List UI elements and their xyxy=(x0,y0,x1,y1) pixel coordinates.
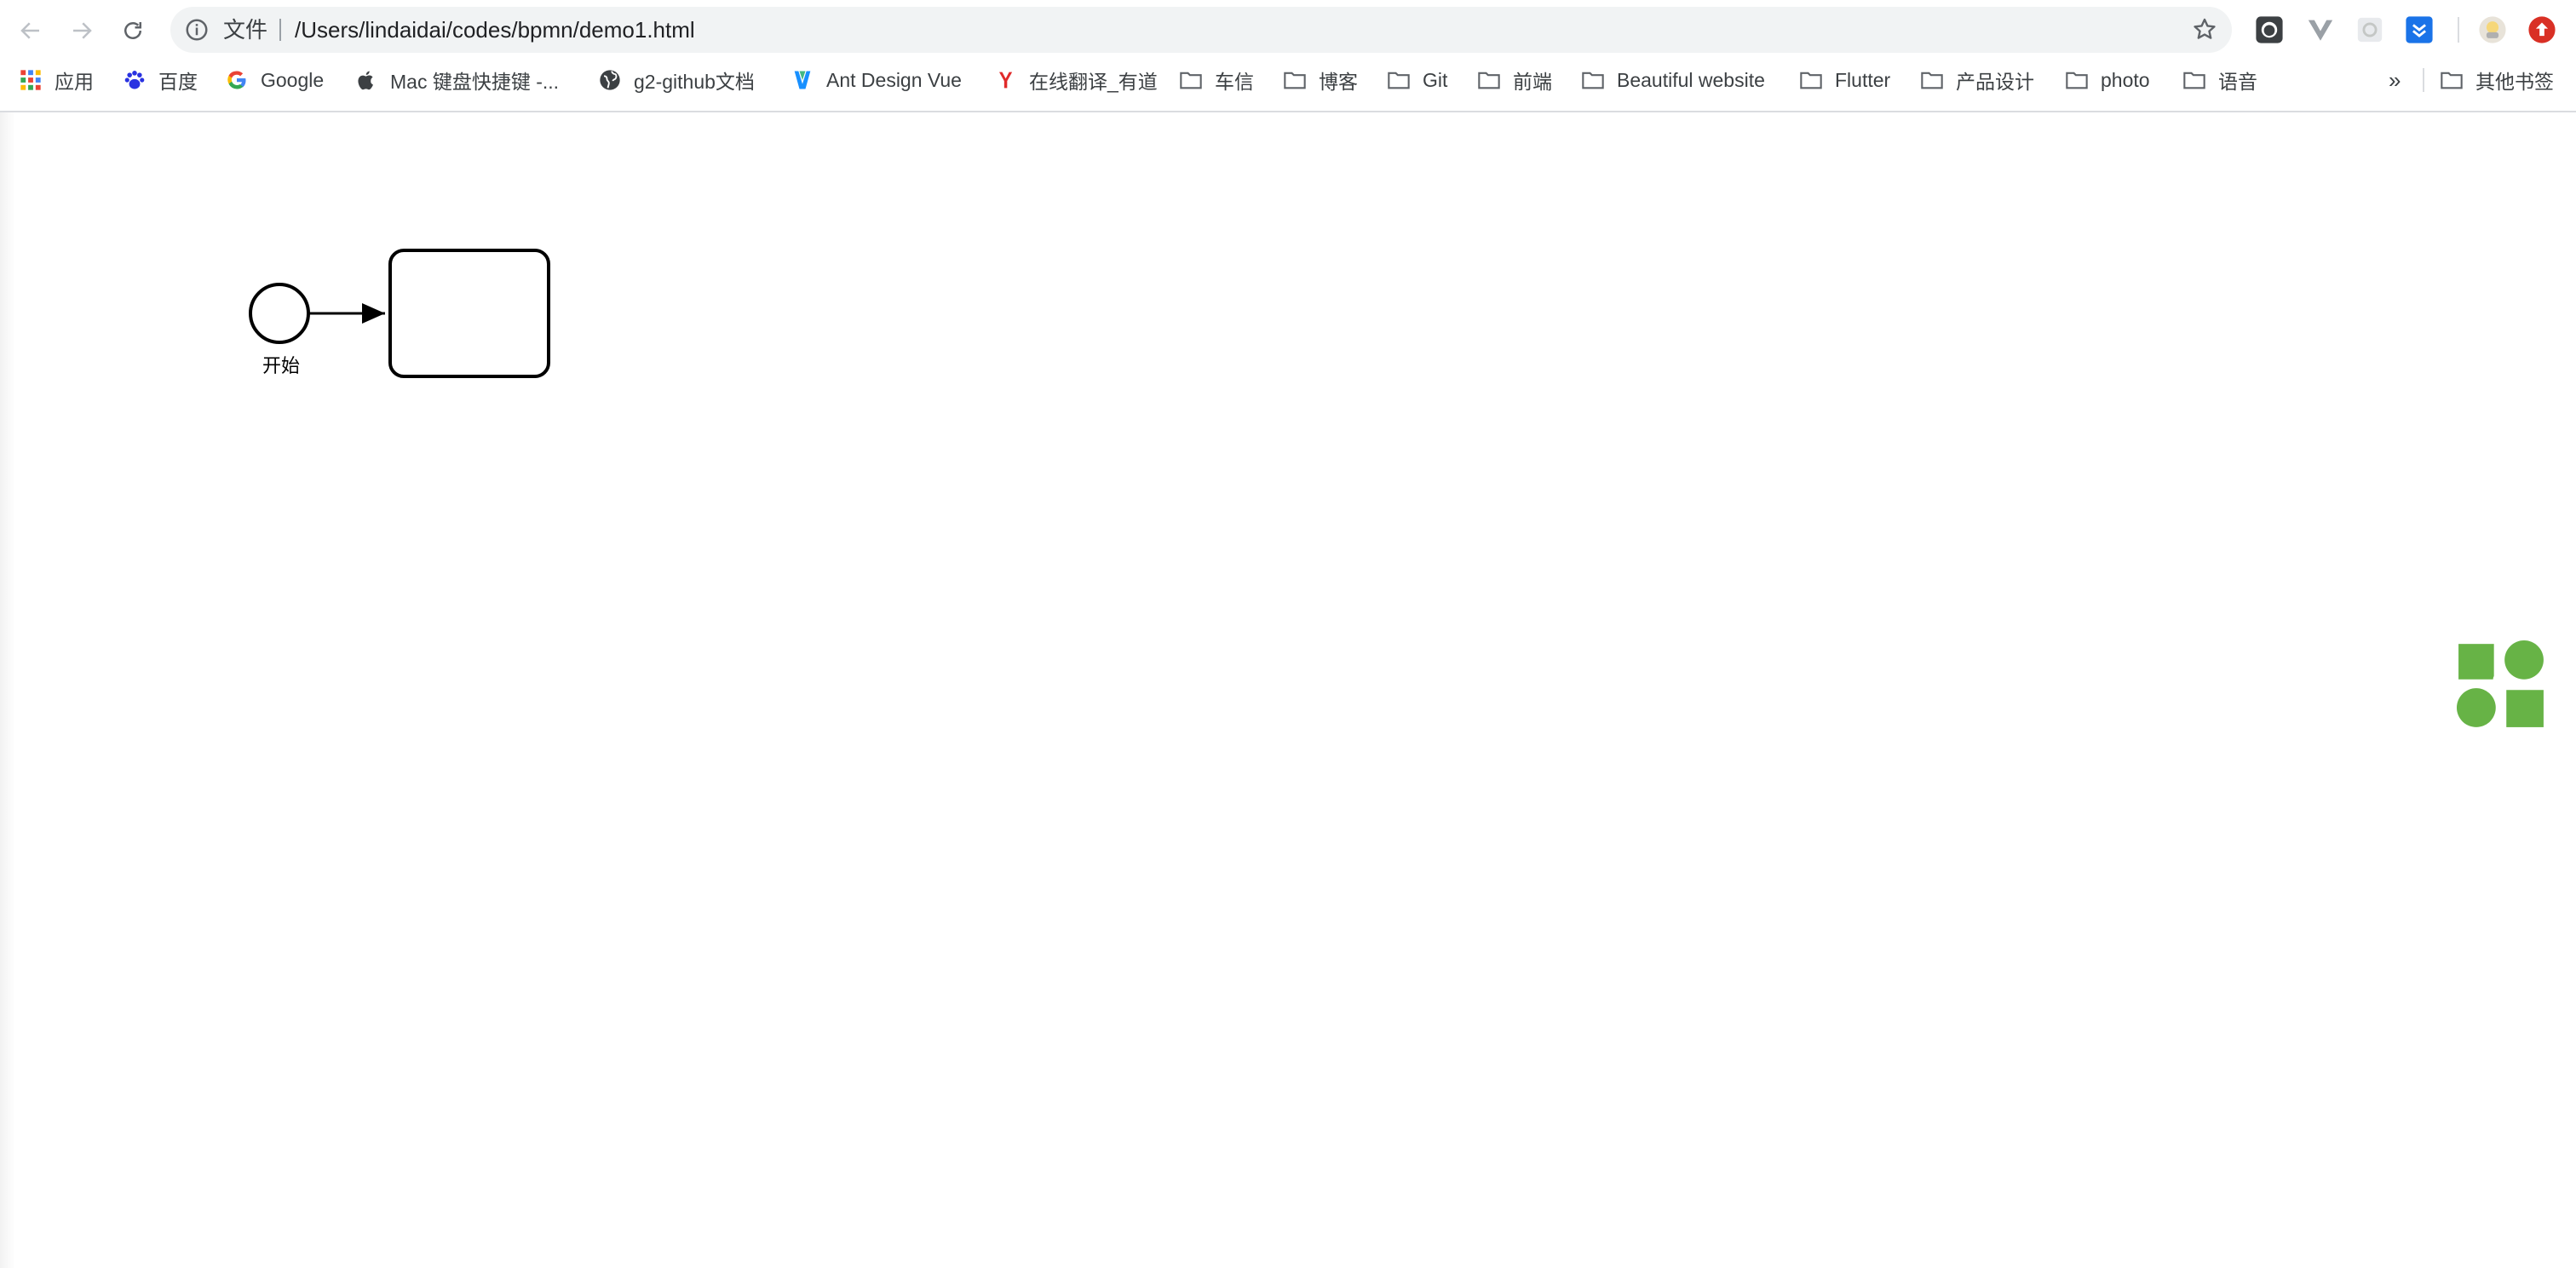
bookmarks-overflow-button[interactable]: » xyxy=(2389,61,2401,99)
scheme-label: 文件 xyxy=(223,17,268,43)
bookmark-folder-photo[interactable]: photo xyxy=(2065,61,2150,99)
bookmark-label: 其他书签 xyxy=(2475,71,2554,93)
bookmark-label: 前端 xyxy=(1513,71,1552,93)
bookmark-folder-flutter[interactable]: Flutter xyxy=(1799,61,1890,99)
bookmark-ant-design-vue[interactable]: Ant Design Vue xyxy=(791,61,962,99)
folder-icon xyxy=(1920,68,1944,92)
github-extension[interactable] xyxy=(2254,14,2285,45)
bookmark-folder-chexin[interactable]: 车信 xyxy=(1179,61,1254,99)
star-icon[interactable] xyxy=(2191,16,2218,43)
bookmark-label: Google xyxy=(261,68,325,91)
bookmark-label: Git xyxy=(1423,68,1448,91)
bookmark-label: 应用 xyxy=(55,71,94,93)
globe-icon xyxy=(598,68,622,92)
arrow-left-icon xyxy=(20,22,39,39)
info-icon[interactable] xyxy=(184,17,210,43)
browser-toolbar: 文件 /Users/lindaidai/codes/bpmn/demo1.htm… xyxy=(0,0,2576,60)
bookmarks-bar: 应用 百度 Google Mac 键盘快捷键 -... g2-github文档 … xyxy=(0,61,2576,99)
bookmark-label: 产品设计 xyxy=(1956,71,2034,93)
vue-devtools-icon xyxy=(2308,20,2333,41)
bpmn-canvas[interactable]: 开始 xyxy=(0,112,2576,1268)
start-event-label: 开始 xyxy=(262,356,300,377)
vue-devtools-extension[interactable] xyxy=(2305,14,2336,45)
ant-design-vue-icon xyxy=(791,68,814,92)
bookmark-label: photo xyxy=(2101,68,2150,91)
bpmn-io-logo-icon[interactable] xyxy=(2457,640,2545,729)
folder-icon xyxy=(1387,68,1411,92)
red-extension[interactable] xyxy=(2527,14,2557,45)
bookmark-baidu[interactable]: 百度 xyxy=(123,61,198,99)
address-bar[interactable]: 文件 /Users/lindaidai/codes/bpmn/demo1.htm… xyxy=(170,7,2232,53)
bookmark-label: 博客 xyxy=(1319,71,1358,93)
bookmark-folder-frontend[interactable]: 前端 xyxy=(1477,61,1552,99)
bookmark-label: Ant Design Vue xyxy=(826,68,962,91)
folder-icon xyxy=(1581,68,1605,92)
bookmark-label: Beautiful website xyxy=(1617,68,1765,91)
bookmark-label: g2-github文档 xyxy=(634,71,755,93)
back-button[interactable] xyxy=(12,12,49,49)
avatar-icon xyxy=(2479,16,2506,43)
reload-icon xyxy=(124,22,141,39)
bookmark-label: Flutter xyxy=(1835,68,1891,91)
bookmark-folder-beautiful-website[interactable]: Beautiful website xyxy=(1581,61,1765,99)
folder-icon xyxy=(2182,68,2206,92)
folder-icon xyxy=(1799,68,1823,92)
bookmark-other-bookmarks[interactable]: 其他书签 xyxy=(2440,61,2554,99)
baidu-paw-icon xyxy=(123,68,147,92)
task[interactable] xyxy=(388,249,550,378)
profile-button[interactable] xyxy=(2477,14,2508,45)
blue-extension[interactable] xyxy=(2404,14,2435,45)
bookmark-label: 在线翻译_有道 xyxy=(1029,71,1158,93)
red-upload-icon xyxy=(2528,16,2556,43)
github-icon xyxy=(2256,16,2283,43)
forward-button[interactable] xyxy=(63,12,101,49)
bookmark-youdao[interactable]: 在线翻译_有道 xyxy=(993,61,1158,99)
youdao-icon xyxy=(993,68,1017,92)
bookmark-label: Mac 键盘快捷键 -... xyxy=(390,71,560,93)
bookmarks-divider xyxy=(2423,68,2424,92)
bookmark-g2-github[interactable]: g2-github文档 xyxy=(598,61,755,99)
arrow-right-icon xyxy=(73,22,92,39)
address-separator xyxy=(279,19,281,41)
bookmark-mac-shortcuts[interactable]: Mac 键盘快捷键 -... xyxy=(354,61,559,99)
bookmark-folder-voice[interactable]: 语音 xyxy=(2182,61,2257,99)
folder-icon xyxy=(1179,68,1203,92)
reload-button[interactable] xyxy=(114,12,152,49)
bookmark-google[interactable]: Google xyxy=(225,61,324,99)
apple-icon xyxy=(354,68,378,92)
url-text[interactable]: /Users/lindaidai/codes/bpmn/demo1.html xyxy=(295,7,695,53)
browser-chrome: 文件 /Users/lindaidai/codes/bpmn/demo1.htm… xyxy=(0,0,2576,112)
extension-grey-icon xyxy=(2357,17,2383,43)
bookmark-label: 车信 xyxy=(1215,71,1254,93)
folder-icon xyxy=(1477,68,1501,92)
google-g-icon xyxy=(225,68,249,92)
folder-icon xyxy=(1283,68,1307,92)
blue-download-icon xyxy=(2406,16,2433,43)
start-event[interactable] xyxy=(249,283,310,344)
bookmark-label: 百度 xyxy=(158,71,198,93)
bookmark-folder-git[interactable]: Git xyxy=(1387,61,1447,99)
folder-icon xyxy=(2065,68,2089,92)
folder-icon xyxy=(2440,68,2464,92)
bookmark-label: 语音 xyxy=(2218,71,2257,93)
bookmark-folder-blog[interactable]: 博客 xyxy=(1283,61,1358,99)
bookmark-apps[interactable]: 应用 xyxy=(19,61,94,99)
grey-extension[interactable] xyxy=(2355,14,2385,45)
extensions-divider xyxy=(2458,17,2459,43)
bookmark-folder-product-design[interactable]: 产品设计 xyxy=(1920,61,2034,99)
apps-grid-icon xyxy=(19,68,43,92)
diagram-svg xyxy=(249,249,550,378)
